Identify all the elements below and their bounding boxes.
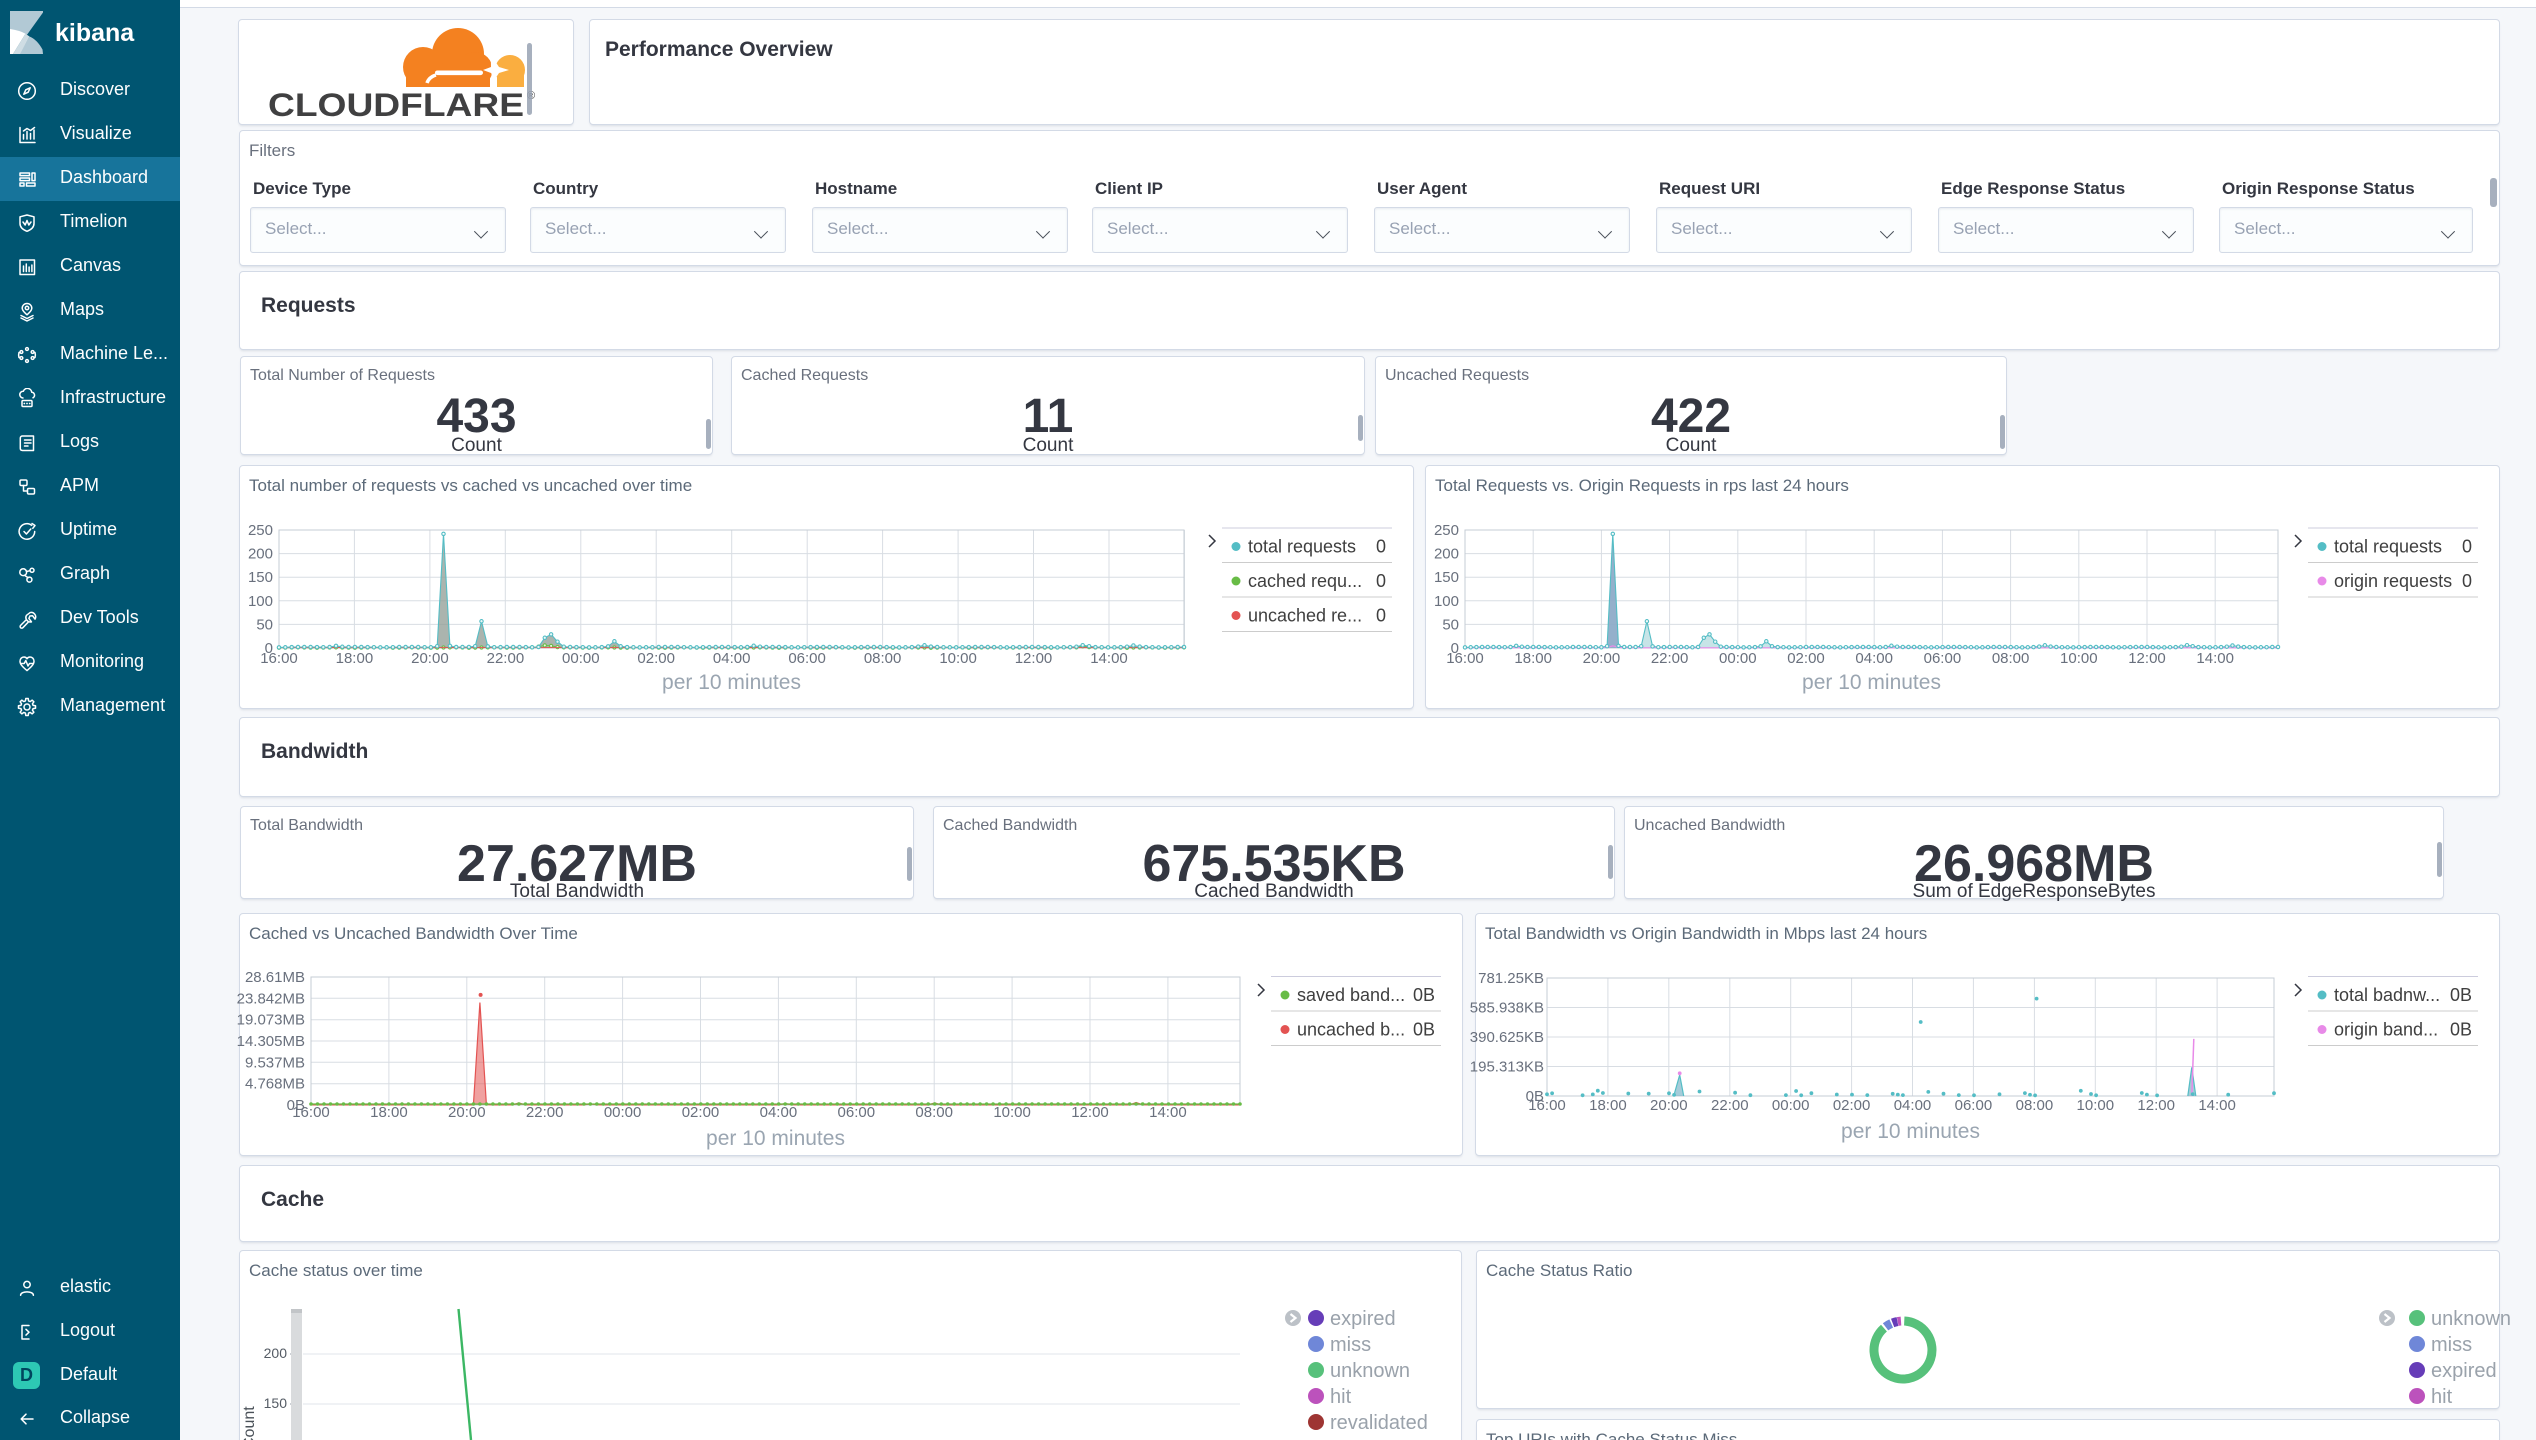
svg-text:CLOUDFLARE: CLOUDFLARE	[268, 87, 524, 123]
